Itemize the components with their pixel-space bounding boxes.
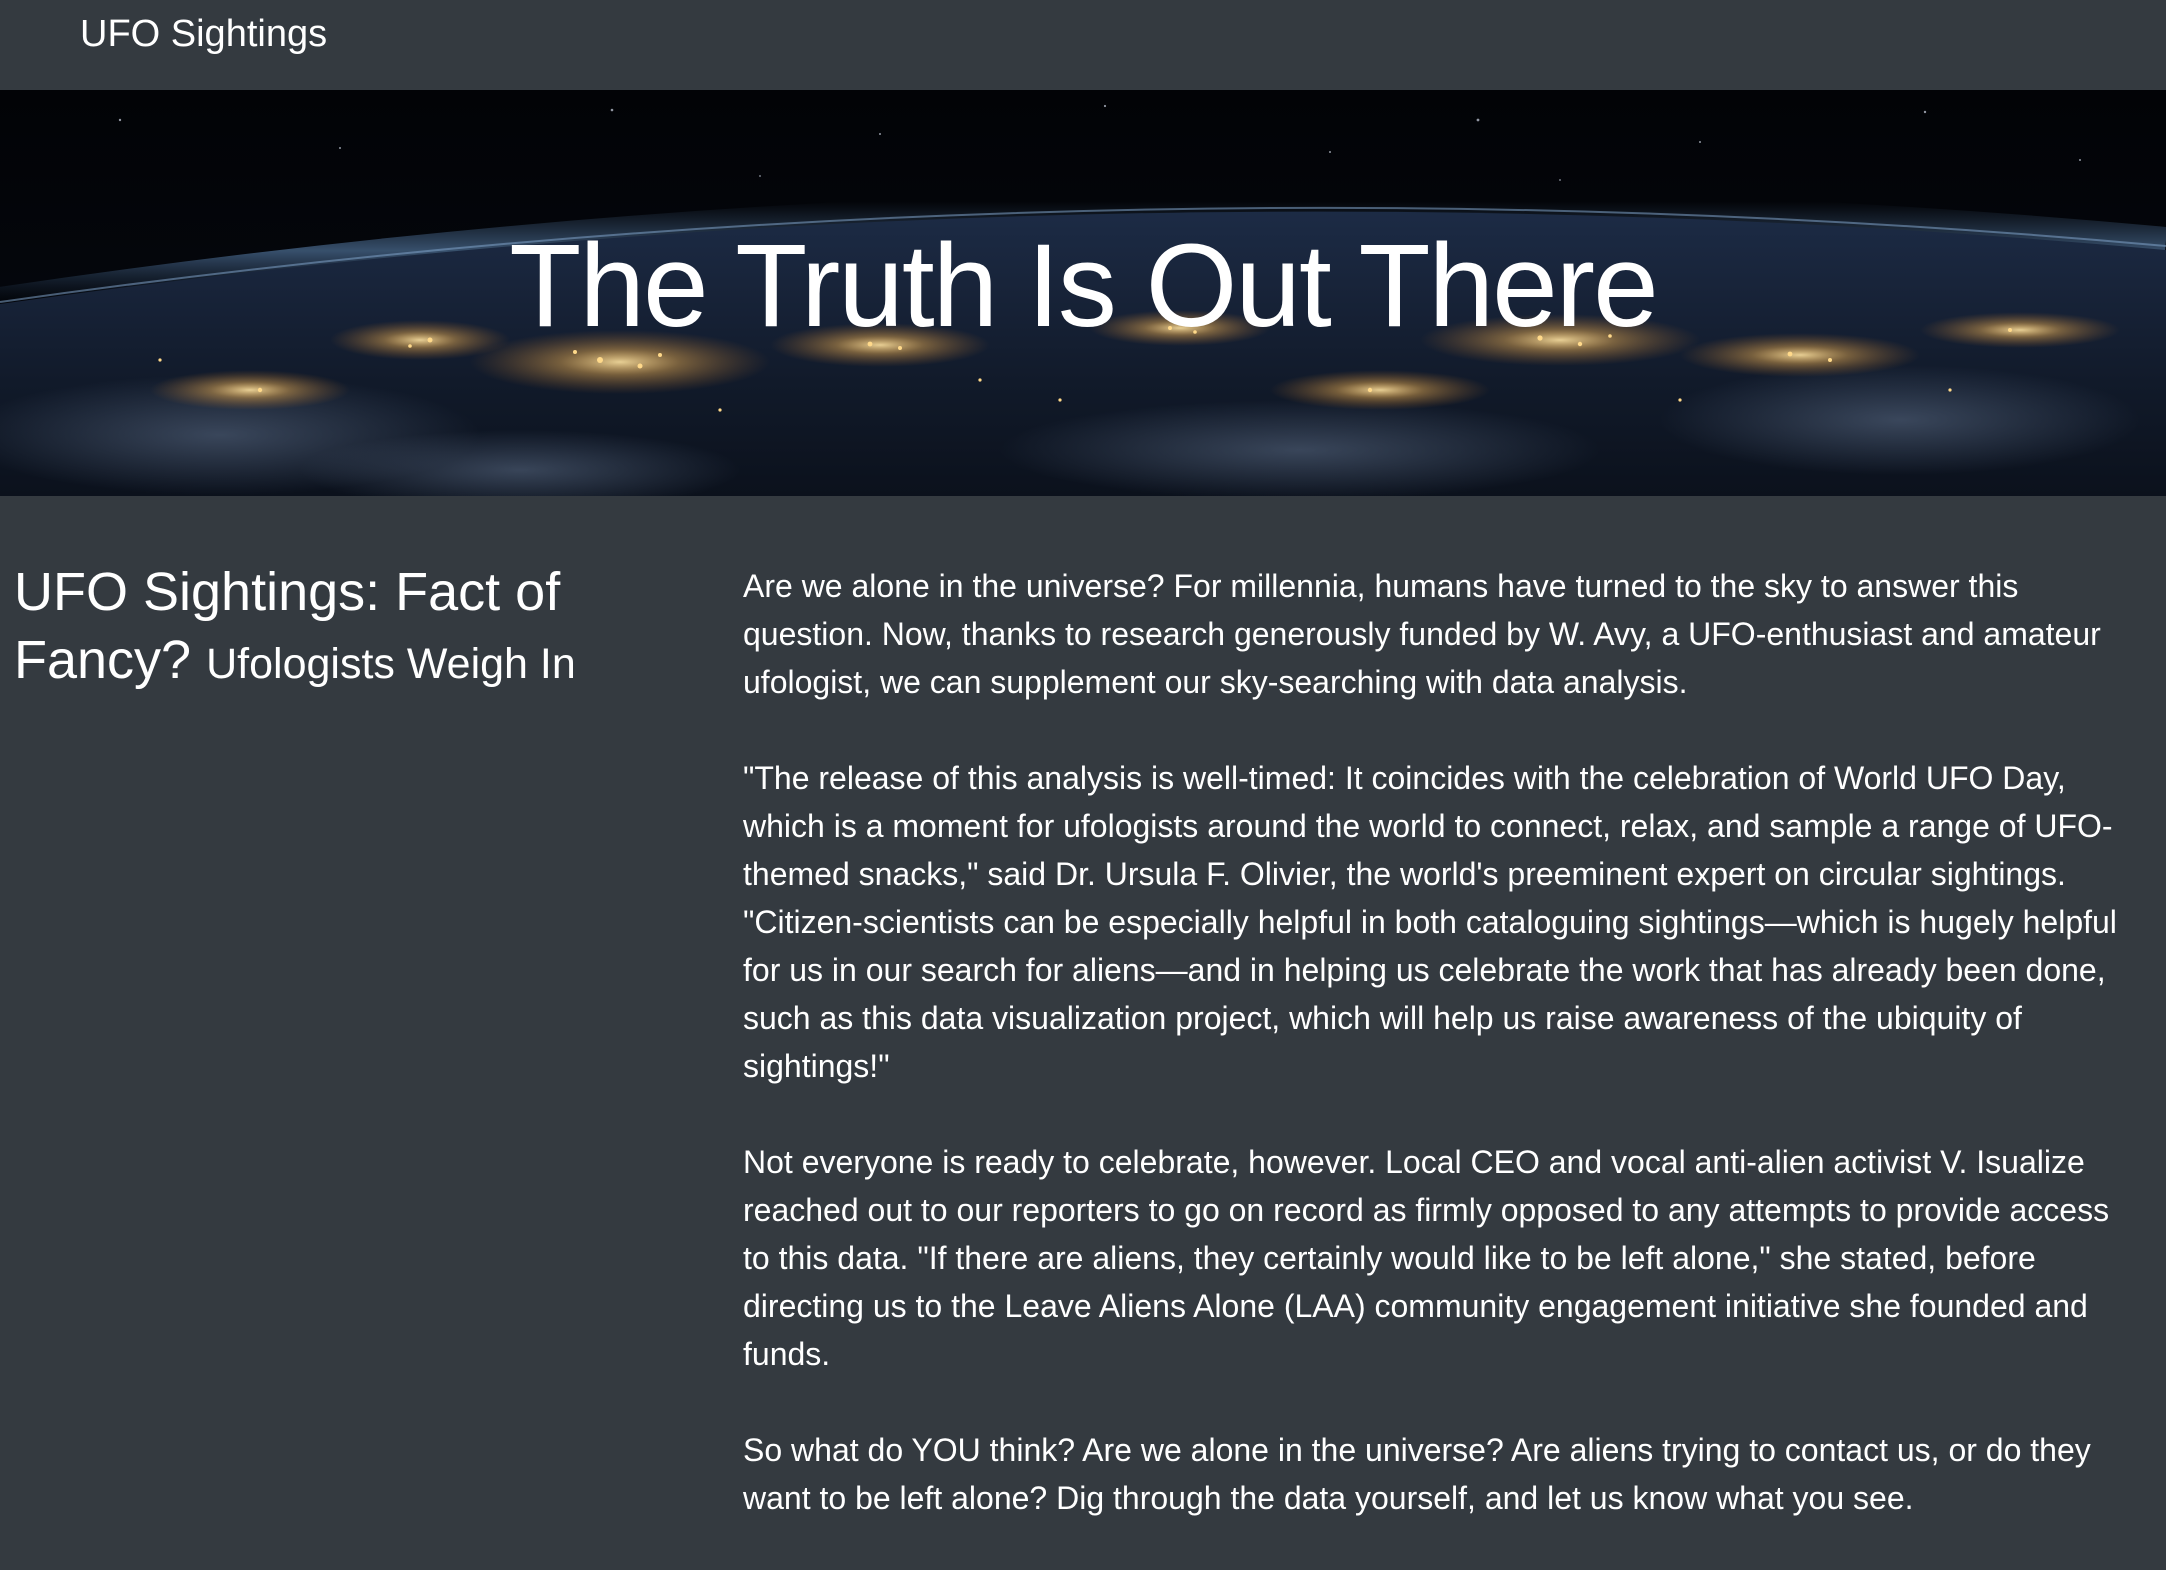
article-paragraph-3: Not everyone is ready to celebrate, howe… bbox=[743, 1144, 2110, 1372]
article-body: Are we alone in the universe? For millen… bbox=[743, 562, 2133, 1570]
article-headline: UFO Sightings: Fact of Fancy? Ufologists… bbox=[14, 558, 654, 698]
hero-title: The Truth Is Out There bbox=[509, 220, 1658, 352]
article-paragraph-4: So what do YOU think? Are we alone in th… bbox=[743, 1432, 2091, 1516]
hero-banner: The Truth Is Out There bbox=[0, 90, 2166, 496]
article-subheadline: Ufologists Weigh In bbox=[206, 640, 576, 688]
article-paragraph-2: "The release of this analysis is well-ti… bbox=[743, 760, 2117, 1084]
article-paragraph-1: Are we alone in the universe? For millen… bbox=[743, 568, 2101, 700]
top-navbar: UFO Sightings bbox=[0, 0, 2166, 90]
navbar-brand-link[interactable]: UFO Sightings bbox=[80, 12, 327, 56]
article-section: UFO Sightings: Fact of Fancy? Ufologists… bbox=[0, 496, 2166, 1520]
